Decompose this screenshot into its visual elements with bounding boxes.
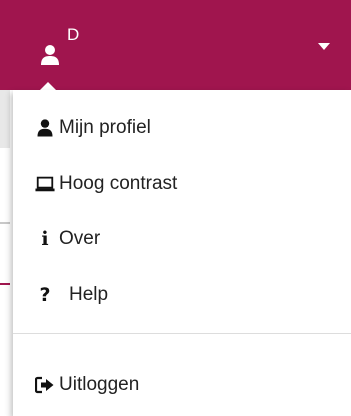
menu-item-help[interactable]: ? Help bbox=[13, 270, 351, 320]
page-background-panel bbox=[0, 90, 10, 148]
page-accent-line bbox=[0, 283, 10, 285]
menu-item-mijn-profiel[interactable]: Mijn profiel bbox=[13, 103, 351, 153]
user-initial: D bbox=[67, 25, 80, 44]
menu-item-label: Hoog contrast bbox=[59, 173, 178, 194]
question-icon: ? bbox=[39, 284, 51, 306]
menu-item-label: Help bbox=[69, 284, 109, 305]
user-icon bbox=[35, 118, 55, 138]
screen: D Mijn profiel Hoog contrast i Over ? He… bbox=[0, 0, 351, 416]
user-icon bbox=[40, 44, 60, 66]
menu-item-label: Mijn profiel bbox=[59, 117, 151, 138]
menu-item-over[interactable]: i Over bbox=[13, 214, 351, 264]
menu-item-uitloggen[interactable]: Uitloggen bbox=[13, 360, 351, 410]
laptop-icon bbox=[35, 174, 55, 194]
caret-down-icon[interactable] bbox=[318, 43, 330, 50]
info-icon: i bbox=[41, 228, 49, 250]
page-divider bbox=[0, 222, 10, 224]
menu-divider bbox=[13, 333, 351, 334]
menu-item-label: Over bbox=[59, 228, 101, 249]
dropdown-pointer bbox=[40, 82, 56, 90]
menu-item-label: Uitloggen bbox=[59, 374, 140, 395]
sign-out-icon bbox=[35, 375, 55, 395]
user-dropdown-menu: Mijn profiel Hoog contrast i Over ? Help bbox=[13, 90, 351, 416]
user-menu-toggle[interactable]: D bbox=[0, 0, 351, 90]
menu-item-hoog-contrast[interactable]: Hoog contrast bbox=[13, 159, 351, 209]
